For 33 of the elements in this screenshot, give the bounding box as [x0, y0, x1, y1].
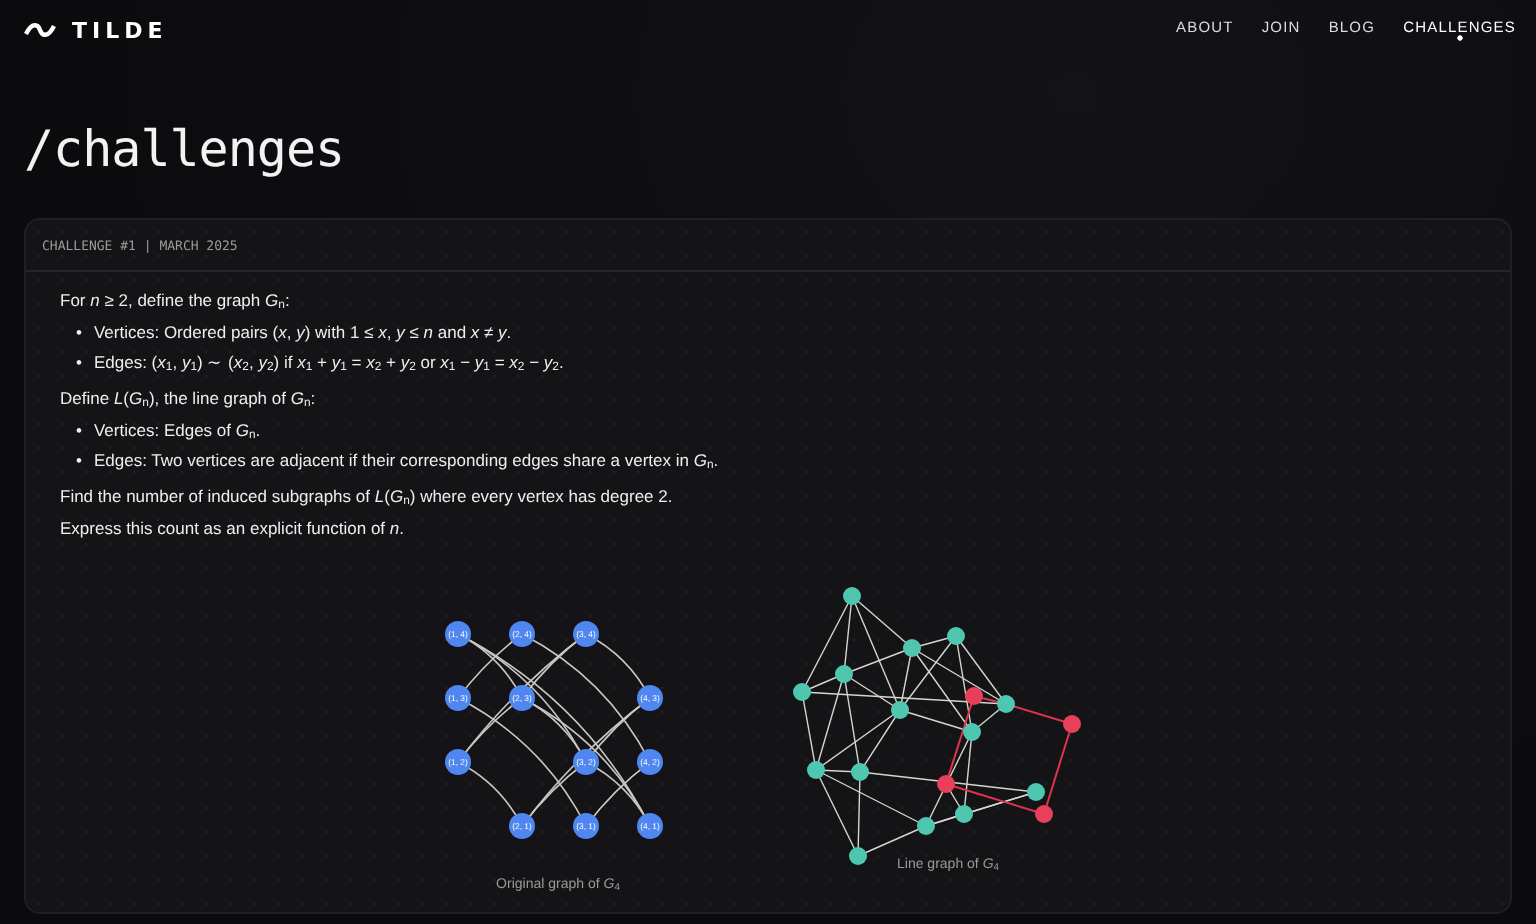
- graph-node: [947, 627, 965, 645]
- graph-node: [851, 763, 869, 781]
- bullet: •: [76, 350, 82, 376]
- list-item: Vertices: Edges of G$_{n}$.: [93, 418, 261, 447]
- list-item: Edges: Two vertices are adjacent if their corresponding edges share a vertex in G$_{n}$.: [93, 448, 719, 477]
- graph-node: [1063, 715, 1081, 733]
- paragraph: Find the number of induced subgraphs of L(G$_{n}$) where every vertex has degree 2.: [60, 484, 675, 510]
- tilde-logo-icon: [24, 22, 56, 38]
- paragraph: Define L(G$_{n}$), the line graph of G$_{n}$:: [60, 386, 318, 412]
- graph-node: [997, 695, 1015, 713]
- graph-node: [843, 587, 861, 605]
- list-item: Vertices: Ordered pairs (x, y) with 1 ≤ x, y ≤ n and x ≠ y.: [93, 320, 512, 346]
- graph-node: [807, 761, 825, 779]
- list-item: Edges: (x$_{1}$, y$_{1}$) ∼ (x$_{2}$, y$_{2}$) if x$_{1}$ + y$_{1}$ = x$_{2}$ + y$_{2}$ or x$_{1}$ − y$_{1}$ = x$_{2}$ − y$_{2}$.: [93, 350, 564, 379]
- graph-node: [903, 639, 921, 657]
- graph-node: [849, 847, 867, 865]
- paragraph: For n ≥ 2, define the graph G$_{n}$:: [60, 288, 292, 314]
- brand-name: TILDE: [72, 17, 168, 43]
- bullet: •: [76, 418, 82, 444]
- graph-node: [955, 805, 973, 823]
- paragraph: Express this count as an explicit function of n.: [60, 516, 407, 542]
- graph-node: [917, 817, 935, 835]
- graph-node: [793, 683, 811, 701]
- graph-node: [1035, 805, 1053, 823]
- graph-node: [963, 723, 981, 741]
- bullet: •: [76, 320, 82, 346]
- bullet: •: [76, 448, 82, 474]
- graph-node: [891, 701, 909, 719]
- graph-node: [1027, 783, 1045, 801]
- graph-node: [937, 775, 955, 793]
- graph-node: [835, 665, 853, 683]
- graph-node: [965, 687, 983, 705]
- page-title: /challenges: [24, 120, 347, 182]
